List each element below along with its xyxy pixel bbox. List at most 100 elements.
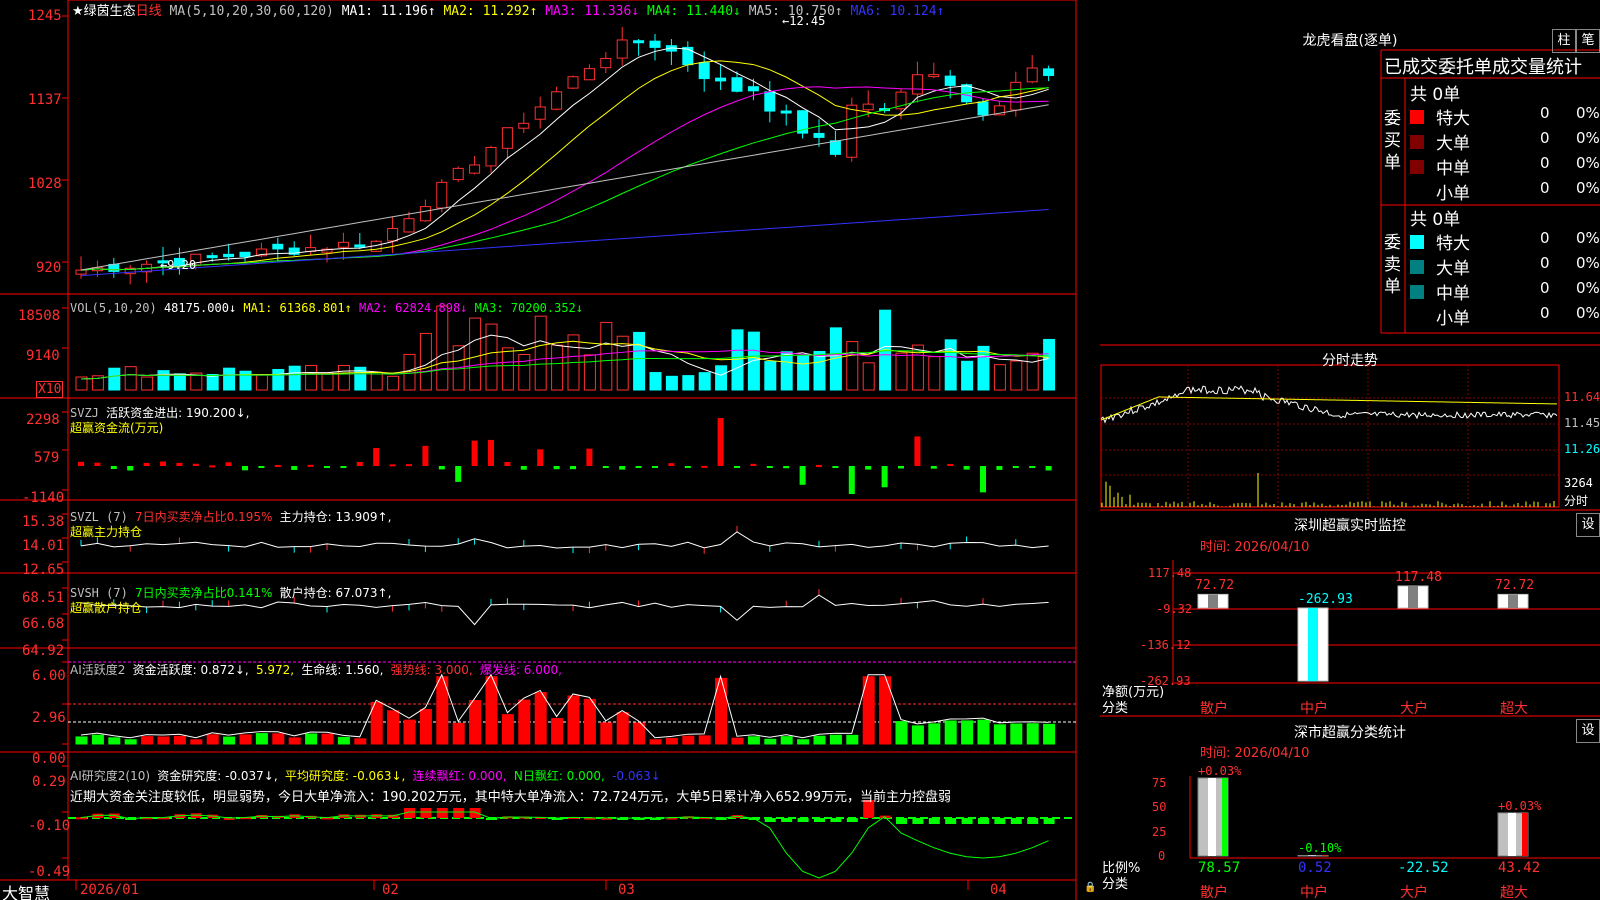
research-bar [469,808,481,818]
ai-active-pane-header: AI活跃度2 资金活跃度: 0.872↓, 5.972, 生命线: 1.560,… [70,663,562,677]
sell-swatch [1410,260,1424,274]
sz-classify-x-caption: 分类 [1102,877,1129,892]
activity-bar [583,698,596,745]
buy-row-3: 小单 0 0% [1410,179,1600,204]
activity-bar [91,734,104,745]
sz-classify-settings-button[interactable]: 设 [1576,719,1600,743]
activity-bar [567,695,580,745]
fund-flow-bar [438,466,445,470]
intraday-vol-unit: 分时 [1564,494,1589,508]
activity-bar [846,734,859,745]
fund-flow-bar [94,462,101,466]
volume-bar [649,372,662,391]
volume-bar [387,375,400,391]
fund-flow-bar [389,464,396,467]
volume-bar [239,370,252,391]
fund-flow-bar [980,466,986,493]
volume-bar [813,351,826,391]
sz-classify-y-label: 0 [1158,849,1166,863]
candle-body [469,164,481,174]
fund-flow-bar [783,466,790,469]
monitor-bar [1497,593,1529,609]
vol-y-label: 9140 [26,348,60,364]
fund-flow-bar [110,466,117,469]
fund-flow-bar [324,466,330,468]
activity-bar [1026,723,1039,745]
fund-flow-bar [471,440,478,466]
volume-bar [731,329,744,391]
fund-flow-bar [406,464,412,467]
ai-research-pane-header: AI研究度2(10) 资金研究度: -0.037↓, 平均研究度: -0.063… [70,769,661,783]
volume-bar [928,356,941,391]
high-price-note: ←12.45 [782,14,826,28]
fund-flow-bar [356,461,363,466]
fund-flow-bar [520,466,527,470]
volume-bar [665,375,678,391]
classify-bottom-value: 78.57 [1198,860,1241,876]
fund-flow-bar [832,466,839,468]
activity-bar [551,718,564,745]
activity-bar [452,722,465,745]
fund-flow-bar [488,439,494,466]
buy-row-pct: 0% [1576,129,1600,147]
volume-bar [961,360,974,391]
volume-bar [321,372,334,391]
main-chart-area[interactable]: ★绿茵生态日线 MA(5,10,20,30,60,120) MA1: 11.19… [0,0,1100,900]
activity-bar [534,691,547,745]
volume-bar [1043,338,1056,391]
price-y-label: 1245 [28,8,62,24]
candle-body [633,40,645,44]
vol-unit-button[interactable]: X10 [36,381,64,398]
sz-classify-y-label: 50 [1152,800,1167,814]
sell-row-label: 特大 [1436,234,1470,254]
volume-bar [337,364,350,391]
sz-monitor-settings-button[interactable]: 设 [1576,513,1600,537]
candle-body [600,57,612,69]
activity-bar [944,720,957,745]
volume-bar [518,354,531,391]
fund-flow-bar [766,466,773,468]
activity-bar [829,734,842,745]
activity-bar [173,735,186,745]
volume-bar [255,374,268,391]
candle-body [1026,67,1038,83]
volume-bar [141,376,154,391]
volume-bar [173,373,186,391]
fund-flow-bar [160,461,166,466]
monitor-category-label: 散户 [1200,701,1228,717]
intraday-vol-label: 3264 [1564,476,1593,490]
svzl-y-label: 15.38 [22,514,65,530]
sell-row-1: 大单 0 0% [1410,254,1600,279]
candle-body [419,206,431,222]
sell-row-label: 小单 [1436,309,1470,329]
sell-row-pct: 0% [1576,304,1600,322]
pen-mode-button[interactable]: 笔 [1576,29,1600,53]
svzj-sub-title: 超赢资金流(万元) [70,421,164,435]
candle-body [485,146,497,167]
volume-bar [977,345,990,391]
classify-bottom-value: 43.42 [1498,860,1541,876]
sz-monitor-time: 时间: 2026/04/10 [1200,540,1310,555]
volume-bar [108,367,121,391]
kline-chart-canvas[interactable] [0,0,1100,900]
activity-bar [108,737,121,745]
sell-row-0: 特大 0 0% [1410,229,1600,254]
x-axis-label: 02 [382,882,399,898]
candle-body [698,62,710,80]
lock-icon[interactable]: 🔒 [1084,882,1096,893]
fund-flow-bar [734,466,740,468]
activity-bar [354,738,367,745]
bar-mode-button[interactable]: 柱 [1552,29,1576,53]
activity-bar [731,737,744,745]
svsh-y-label: 68.51 [22,590,65,606]
intraday-y-label: 11.26 [1564,442,1600,456]
candle-body [387,228,399,242]
classify-bar-accent [1222,778,1228,856]
period-label[interactable]: 日线 [136,4,162,19]
svzl-y-label: 14.01 [22,538,65,554]
fund-flow-bar [1029,466,1036,468]
fund-flow-bar [143,462,150,466]
fund-flow-bar [274,464,281,467]
stock-title[interactable]: ★绿茵生态 [72,4,136,19]
volume-bar [305,364,318,391]
